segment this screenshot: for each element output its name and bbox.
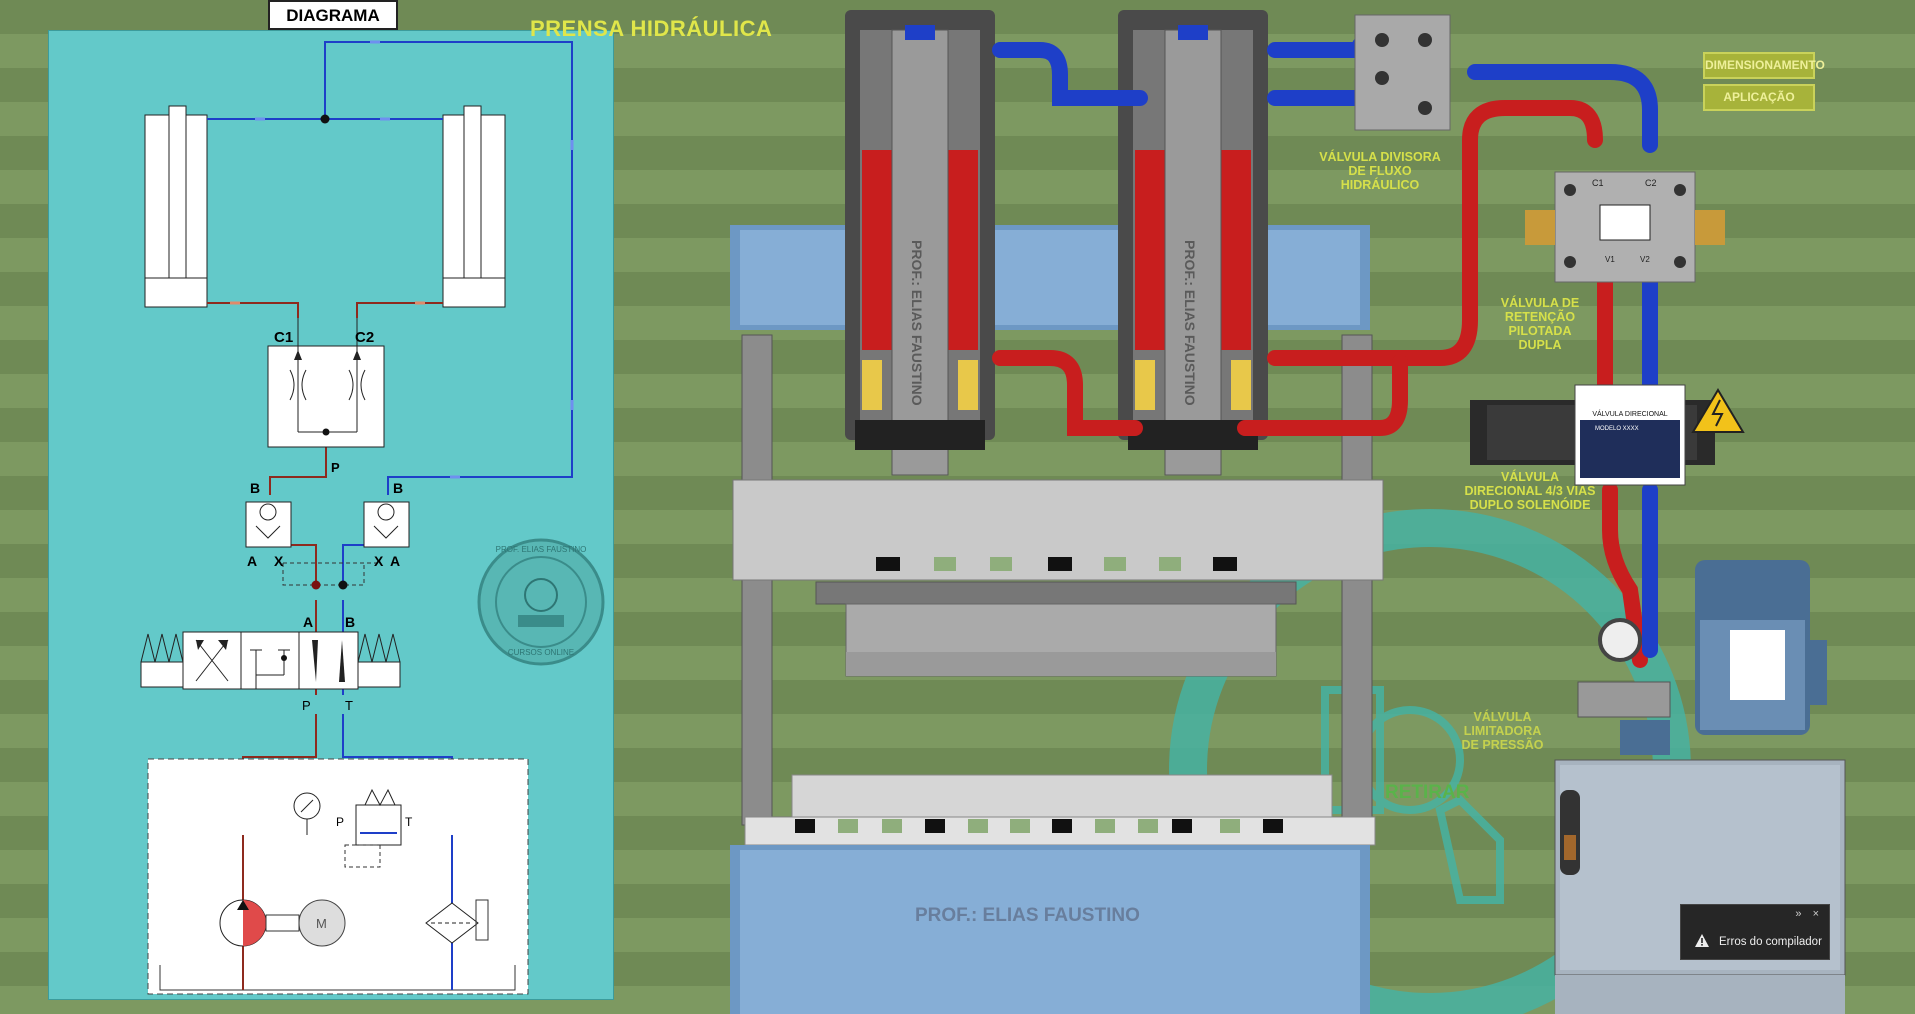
schematic-a-right: A [390,553,400,569]
schematic-p-label: P [331,460,340,475]
block-v2-label: V2 [1640,255,1650,264]
valve-a-label: A [303,614,313,630]
toast-controls[interactable]: » × [1795,908,1823,920]
relief-p-label: P [336,815,344,829]
schematic-b-left: B [250,480,260,496]
left-cylinder-text: PROF.: ELIAS FAUSTINO [909,240,925,406]
aplicacao-button[interactable]: APLICAÇÃO [1703,84,1815,111]
block-v1-label: V1 [1605,255,1615,264]
block-c1-label: C1 [1592,178,1604,188]
watermark-text: PROF.: ELIAS FAUSTINO [915,905,1140,926]
valve-b-label: B [345,614,355,630]
flow-divider-label: VÁLVULA DIVISORA DE FLUXO HIDRÁULICO [1319,150,1441,192]
directional-valve-label: VÁLVULA DIRECIONAL 4/3 VIAS DUPLO SOLENÓ… [1464,470,1596,512]
toast-message: Erros do compilador [1719,936,1822,948]
relief-valve-label: VÁLVULA LIMITADORA DE PRESSÃO [1461,710,1544,752]
course-stamp-logo: CURSOS ONLINE PROF. ELIAS FAUSTINO [477,538,605,666]
power-unit-box [147,758,529,995]
schematic-c2-label: C2 [355,329,374,346]
schematic-c1-label: C1 [274,329,293,346]
right-cylinder-text: PROF.: ELIAS FAUSTINO [1182,240,1198,406]
schematic-a-left: A [247,553,257,569]
directional-valve-symbol [140,631,401,690]
relief-t-label: T [405,815,413,829]
flow-divider-valve [1354,14,1451,131]
valve-p-label: P [302,698,311,713]
pilot-check-valve-block [1525,171,1725,283]
compiler-errors-toast[interactable]: » × Erros do compilador [1680,904,1830,960]
schematic-x-right: X [374,553,384,569]
valve-plate-title: VÁLVULA DIRECIONAL [1592,409,1667,418]
stamp-bottom-text: CURSOS ONLINE [508,648,574,657]
pilot-check-valves [245,501,410,590]
check-valve-label: VÁLVULA DE RETENÇÃO PILOTADA DUPLA [1500,296,1580,352]
schematic-x-left: X [274,553,284,569]
retirar-button[interactable]: RETIRAR [1385,782,1469,804]
press-machine-illustration: PROF.: ELIAS FAUSTINO PROF.: ELIAS FAUST… [730,10,1846,1014]
motor-m-label: M [316,916,327,931]
hydraulic-schematic: C1 C2 P B B A X X A A B P T P T M CURSOS… [140,40,605,995]
valve-plate-model: MODELO XXXX [1595,426,1639,432]
valve-t-label: T [345,698,353,713]
dimensionamento-button[interactable]: DIMENSIONAMENTO [1703,52,1825,79]
warning-icon [1695,934,1709,947]
left-cylinder [144,105,208,308]
schematic-b-right: B [393,480,403,496]
block-c2-label: C2 [1645,178,1657,188]
stamp-ring-text: PROF. ELIAS FAUSTINO [496,545,587,554]
right-cylinder [442,105,506,308]
